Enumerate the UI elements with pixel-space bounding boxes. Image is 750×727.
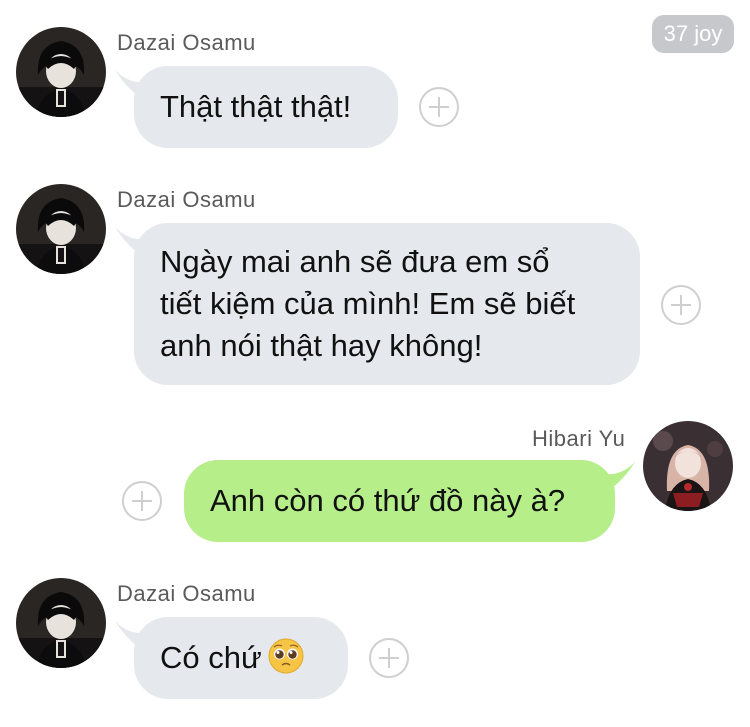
sender-name: Dazai Osamu [117, 187, 256, 212]
sender-name: Hibari Yu [532, 426, 626, 451]
message-bubble[interactable]: Anh còn có thứ đồ này à? [184, 460, 615, 542]
add-reaction-button[interactable] [419, 87, 459, 127]
avatar-dazai[interactable] [16, 27, 106, 117]
message-text: Có chứ [160, 640, 262, 675]
sender-name: Dazai Osamu [117, 30, 256, 55]
message-text: Thật thật thật! [160, 89, 352, 124]
add-reaction-button[interactable] [369, 638, 409, 678]
message-bubble[interactable]: Ngày mai anh sẽ đưa em sổ tiết kiệm của … [134, 223, 640, 385]
message-text-line: tiết kiệm của mình! Em sẽ biết [160, 286, 576, 321]
avatar-hibari[interactable] [643, 421, 733, 511]
reaction-count-badge[interactable]: 37 joy [652, 15, 734, 53]
sender-name: Dazai Osamu [117, 581, 256, 606]
message-text-line: Ngày mai anh sẽ đưa em sổ [160, 244, 550, 279]
message-text-line: anh nói thật hay không! [160, 328, 483, 363]
add-reaction-button[interactable] [661, 285, 701, 325]
pleading-face-emoji-icon [268, 638, 304, 674]
message-bubble[interactable]: Có chứ [134, 617, 348, 699]
avatar-dazai[interactable] [16, 578, 106, 668]
add-reaction-button[interactable] [122, 481, 162, 521]
message-text: Anh còn có thứ đồ này à? [210, 483, 566, 518]
avatar-dazai[interactable] [16, 184, 106, 274]
message-bubble[interactable]: Thật thật thật! [134, 66, 398, 148]
chat-view: 37 joy Dazai Osamu Thật thật thật! Dazai… [0, 0, 750, 727]
